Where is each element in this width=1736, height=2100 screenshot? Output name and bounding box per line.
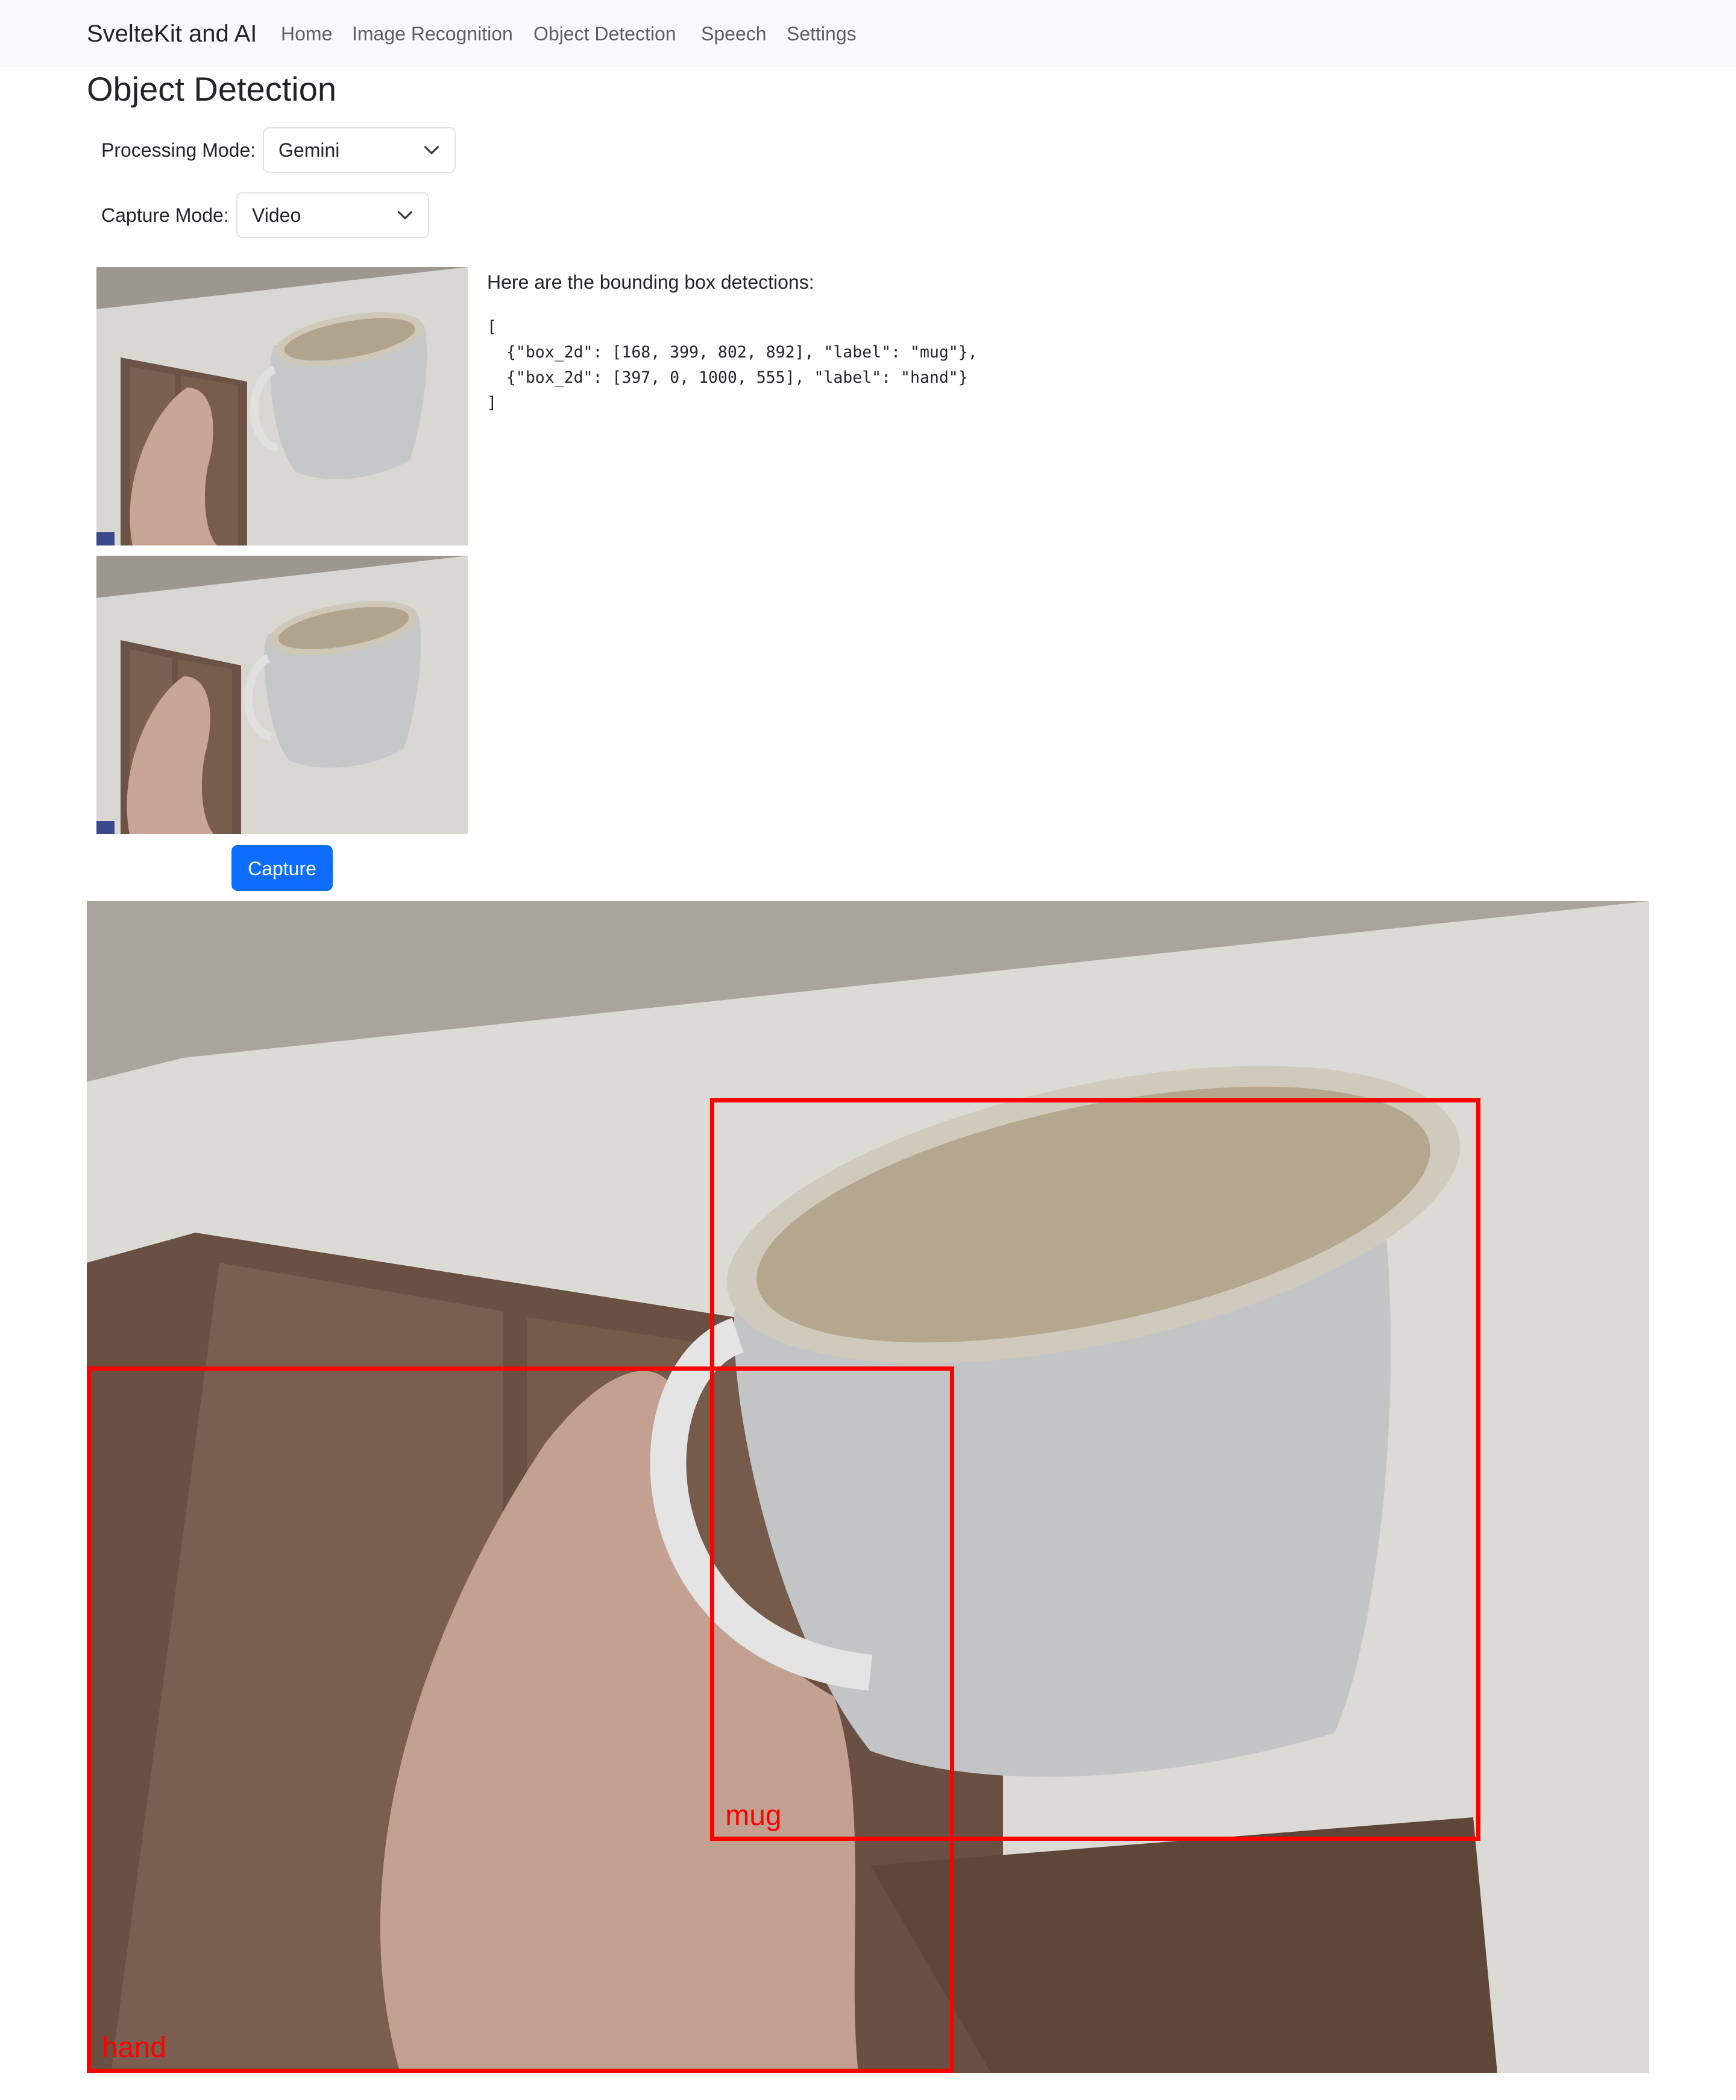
result-json: [ {"box_2d": [168, 399, 802, 892], "labe… [487, 318, 978, 412]
nav-link-settings[interactable]: Settings [787, 20, 857, 48]
result-intro: Here are the bounding box detections: [487, 271, 814, 293]
bbox-label-hand: hand [102, 2031, 166, 2064]
chevron-down-icon [424, 146, 439, 154]
nav-link-image-recognition[interactable]: Image Recognition [352, 20, 513, 48]
processing-mode-value: Gemini [278, 139, 340, 161]
bbox-hand: hand [87, 1366, 954, 2073]
processing-mode-select[interactable]: Gemini [263, 127, 456, 173]
processing-mode-label: Processing Mode: [101, 139, 256, 161]
nav-link-home[interactable]: Home [281, 20, 332, 48]
nav-link-object-detection[interactable]: Object Detection [533, 20, 676, 48]
video-preview [96, 267, 468, 545]
annotated-image: mug hand [87, 901, 1649, 2073]
chevron-down-icon [397, 211, 413, 219]
nav-link-speech[interactable]: Speech [701, 20, 767, 48]
captured-frame [96, 556, 468, 834]
brand-link[interactable]: SvelteKit and AI [87, 17, 257, 51]
capture-mode-value: Video [252, 204, 301, 226]
page-title: Object Detection [87, 70, 336, 108]
capture-mode-label: Capture Mode: [101, 204, 229, 226]
capture-button[interactable]: Capture [231, 845, 333, 891]
navbar: SvelteKit and AI Home Image Recognition … [0, 0, 1736, 67]
capture-mode-select[interactable]: Video [236, 192, 429, 238]
